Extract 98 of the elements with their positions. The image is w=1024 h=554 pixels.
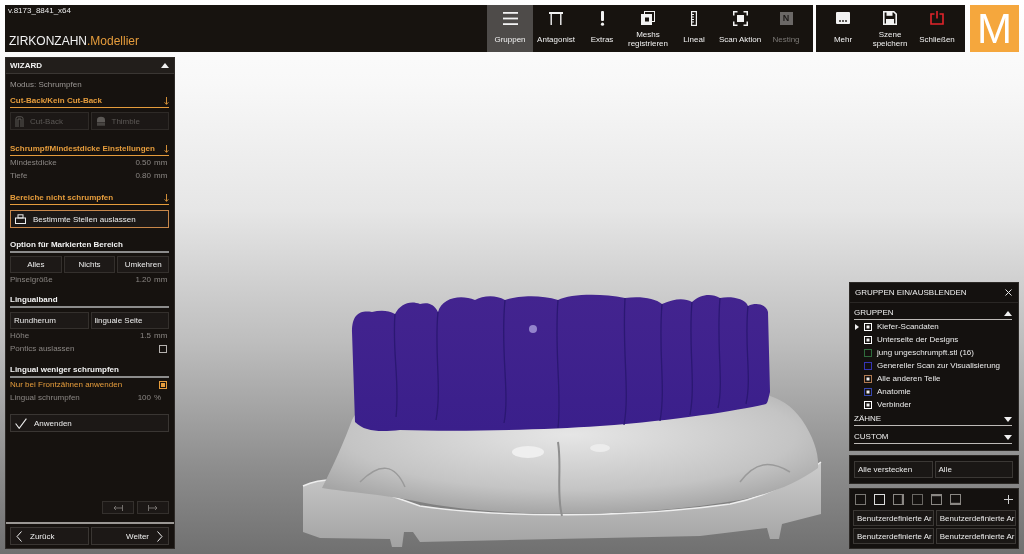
right-arrow-icon xyxy=(148,504,158,511)
group-label: Genereller Scan zur Visualisierung xyxy=(877,361,1001,370)
exclamation-icon xyxy=(599,10,605,26)
undo-button[interactable] xyxy=(102,501,134,514)
checkbox-label: Pontics auslassen xyxy=(10,344,75,353)
toolbar-button[interactable]: Gruppen xyxy=(487,5,533,52)
down-arrow-icon xyxy=(164,194,169,202)
setting-value: 1.20 xyxy=(135,275,151,284)
tool-button[interactable]: Bestimmte Stellen auslassen xyxy=(10,210,169,228)
left-arrow-icon xyxy=(113,504,123,511)
briefcase-icon xyxy=(15,214,26,224)
setting-value: 0.50 xyxy=(135,158,151,167)
back-button[interactable]: Zurück xyxy=(10,527,89,545)
panel-title: GRUPPEN EIN/AUSBLENDEN xyxy=(855,288,967,297)
version-label: v.8173_8841_x64 xyxy=(8,6,72,15)
dome-icon xyxy=(95,116,106,126)
visibility-checkbox[interactable] xyxy=(864,348,872,357)
scan-frame-icon xyxy=(732,10,748,26)
down-arrow-icon xyxy=(164,97,169,105)
option-button[interactable]: Rundherum xyxy=(10,312,89,329)
check-icon xyxy=(15,417,27,429)
toolbar-button[interactable]: Lineal xyxy=(671,5,717,52)
custom-view-button[interactable]: Benutzerdefinierte Ar xyxy=(853,528,934,544)
option-button[interactable]: Alles xyxy=(10,256,62,273)
up-triangle-icon[interactable] xyxy=(161,63,169,68)
right-caret-icon[interactable] xyxy=(855,323,859,330)
section-title: GRUPPEN xyxy=(854,308,894,318)
apply-button[interactable]: Anwenden xyxy=(10,414,169,432)
checkbox-label: Nur bei Frontzähnen anwenden xyxy=(10,380,123,389)
down-arrow-icon xyxy=(164,145,169,153)
bridge-icon xyxy=(549,11,563,25)
down-triangle-icon[interactable] xyxy=(1004,434,1012,440)
setting-label: Tiefe xyxy=(10,171,28,180)
setting-value: 100 xyxy=(137,393,151,402)
toolbar-button[interactable]: Szene speichern xyxy=(867,5,913,52)
toolbar-button[interactable]: Meshs registrieren xyxy=(625,5,671,52)
visibility-button[interactable]: Alle verstecken xyxy=(854,461,933,478)
group-label: Anatomie xyxy=(877,387,911,396)
overlapping-squares-icon xyxy=(641,11,655,25)
section-title: Option für Markierten Bereich xyxy=(10,240,123,250)
toolbar-button[interactable]: Mehr xyxy=(820,5,866,52)
group-label: Alle anderen Teile xyxy=(877,374,941,383)
ruler-icon xyxy=(691,10,697,26)
tool-glyph: N xyxy=(779,11,793,25)
redo-button[interactable] xyxy=(137,501,169,514)
next-button[interactable]: Weiter xyxy=(90,527,169,545)
save-icon xyxy=(883,11,897,25)
chevron-right-icon xyxy=(157,530,163,542)
option-button[interactable]: linguale Seite xyxy=(90,312,169,329)
group-label: Verbinder xyxy=(877,400,912,409)
toolbar-button[interactable]: Schließen xyxy=(914,5,960,52)
panel-title: WIZARD xyxy=(10,61,42,70)
menu-icon xyxy=(502,11,518,25)
visibility-checkbox[interactable] xyxy=(864,374,872,383)
down-triangle-icon[interactable] xyxy=(1004,416,1012,422)
setting-value: 0.80 xyxy=(135,171,151,180)
toolbar-button[interactable]: Scan Aktion xyxy=(717,5,763,52)
mode-label: Modus: Schrumpfen xyxy=(10,80,83,90)
section-title: Bereiche nicht schrumpfen xyxy=(10,193,114,203)
option-button[interactable]: Umkehren xyxy=(117,256,169,273)
section-title: Cut-Back/Kein Cut-Back xyxy=(10,96,102,106)
toolbar-button[interactable]: Extras xyxy=(579,5,625,52)
setting-label: Lingual schrumpfen xyxy=(10,393,80,402)
checkbox[interactable] xyxy=(159,344,167,353)
checkbox[interactable] xyxy=(159,380,167,389)
unit-label: mm xyxy=(154,171,169,180)
chevron-left-icon xyxy=(16,530,22,542)
group-label: jung ungeschrumpft.stl (16) xyxy=(877,348,974,357)
close-icon[interactable] xyxy=(1005,289,1012,296)
custom-view-button[interactable]: Benutzerdefinierte Ar xyxy=(935,510,1017,526)
group-label: Unterseite der Designs xyxy=(877,335,959,344)
unit-label: % xyxy=(154,393,163,402)
section-title: Schrumpf/Mindestdicke Einstellungen xyxy=(10,144,155,154)
section-title: ZÄHNE xyxy=(854,414,882,424)
visibility-checkbox[interactable] xyxy=(864,361,872,370)
section-title: Lingualband xyxy=(10,295,58,305)
unit-label: mm xyxy=(154,275,169,284)
custom-view-button[interactable]: Benutzerdefinierte Ar xyxy=(935,528,1017,544)
setting-label: Mindestdicke xyxy=(10,158,57,167)
up-triangle-icon[interactable] xyxy=(1004,310,1012,316)
plus-icon[interactable] xyxy=(1004,494,1013,504)
option-button[interactable]: Nichts xyxy=(63,256,116,273)
app-title: ZIRKONZAHN.Modellier xyxy=(8,34,140,48)
visibility-button[interactable]: Alle xyxy=(934,461,1013,478)
unit-label: mm xyxy=(154,331,169,340)
section-title: CUSTOM xyxy=(854,432,889,442)
visibility-checkbox[interactable] xyxy=(864,387,872,396)
more-icon xyxy=(836,12,850,24)
setting-label: Höhe xyxy=(10,331,30,340)
custom-view-button[interactable]: Benutzerdefinierte Ar xyxy=(853,510,934,526)
arch-icon xyxy=(15,115,24,127)
setting-value: 1.5 xyxy=(139,331,151,340)
toolbar-button[interactable]: Antagonist xyxy=(533,5,579,52)
setting-label: Pinselgröße xyxy=(10,275,53,284)
group-label: Kiefer-Scandaten xyxy=(877,322,939,331)
section-title: Lingual weniger schrumpfen xyxy=(10,365,119,375)
unit-label: mm xyxy=(154,158,169,167)
power-icon xyxy=(930,11,944,25)
